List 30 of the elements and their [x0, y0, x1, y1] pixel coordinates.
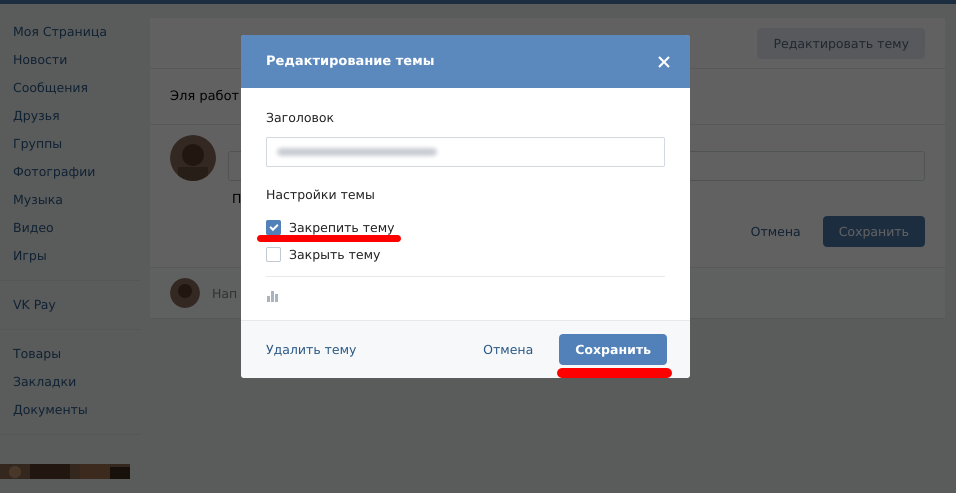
cancel-link[interactable]: Отмена [483, 342, 534, 357]
input-field[interactable] [266, 137, 665, 167]
sidebar-item[interactable]: Документы [0, 396, 140, 424]
sidebar-item[interactable]: Моя Страница [0, 18, 140, 46]
section-label: Настройки темы [266, 187, 376, 202]
sidebar-item[interactable]: Товары [0, 340, 140, 368]
close-icon[interactable] [658, 56, 670, 68]
sidebar-item[interactable]: Сообщения [0, 74, 140, 102]
checkbox-label[interactable]: Закрепить тему [289, 220, 395, 235]
save-button[interactable]: Сохранить [822, 216, 925, 247]
post-text: П [232, 191, 242, 206]
sidebar-item[interactable]: Музыка [0, 186, 140, 214]
checkbox[interactable] [266, 220, 281, 235]
sidebar-item[interactable]: Друзья [0, 102, 140, 130]
sidebar-item[interactable]: VK Pay [0, 291, 140, 319]
sidebar-item[interactable]: Видео [0, 214, 140, 242]
sidebar-item[interactable]: Группы [0, 130, 140, 158]
sidebar-item[interactable]: Игры [0, 242, 140, 270]
sidebar-item[interactable]: Фотографии [0, 158, 140, 186]
sidebar-item[interactable]: Закладки [0, 368, 140, 396]
sidebar-item[interactable]: Новости [0, 46, 140, 74]
field-label: Заголовок [266, 110, 336, 125]
delete-link[interactable]: Удалить тему [266, 342, 356, 357]
dialog-title: Редактирование темы [266, 54, 434, 69]
checkbox[interactable] [266, 247, 281, 262]
cancel-link[interactable]: Отмена [750, 224, 801, 239]
poll-icon[interactable] [266, 291, 279, 302]
save-button[interactable]: Сохранить [559, 334, 667, 365]
topic-title: Эля работ [170, 89, 240, 104]
checkbox-label[interactable]: Закрыть тему [289, 247, 380, 262]
